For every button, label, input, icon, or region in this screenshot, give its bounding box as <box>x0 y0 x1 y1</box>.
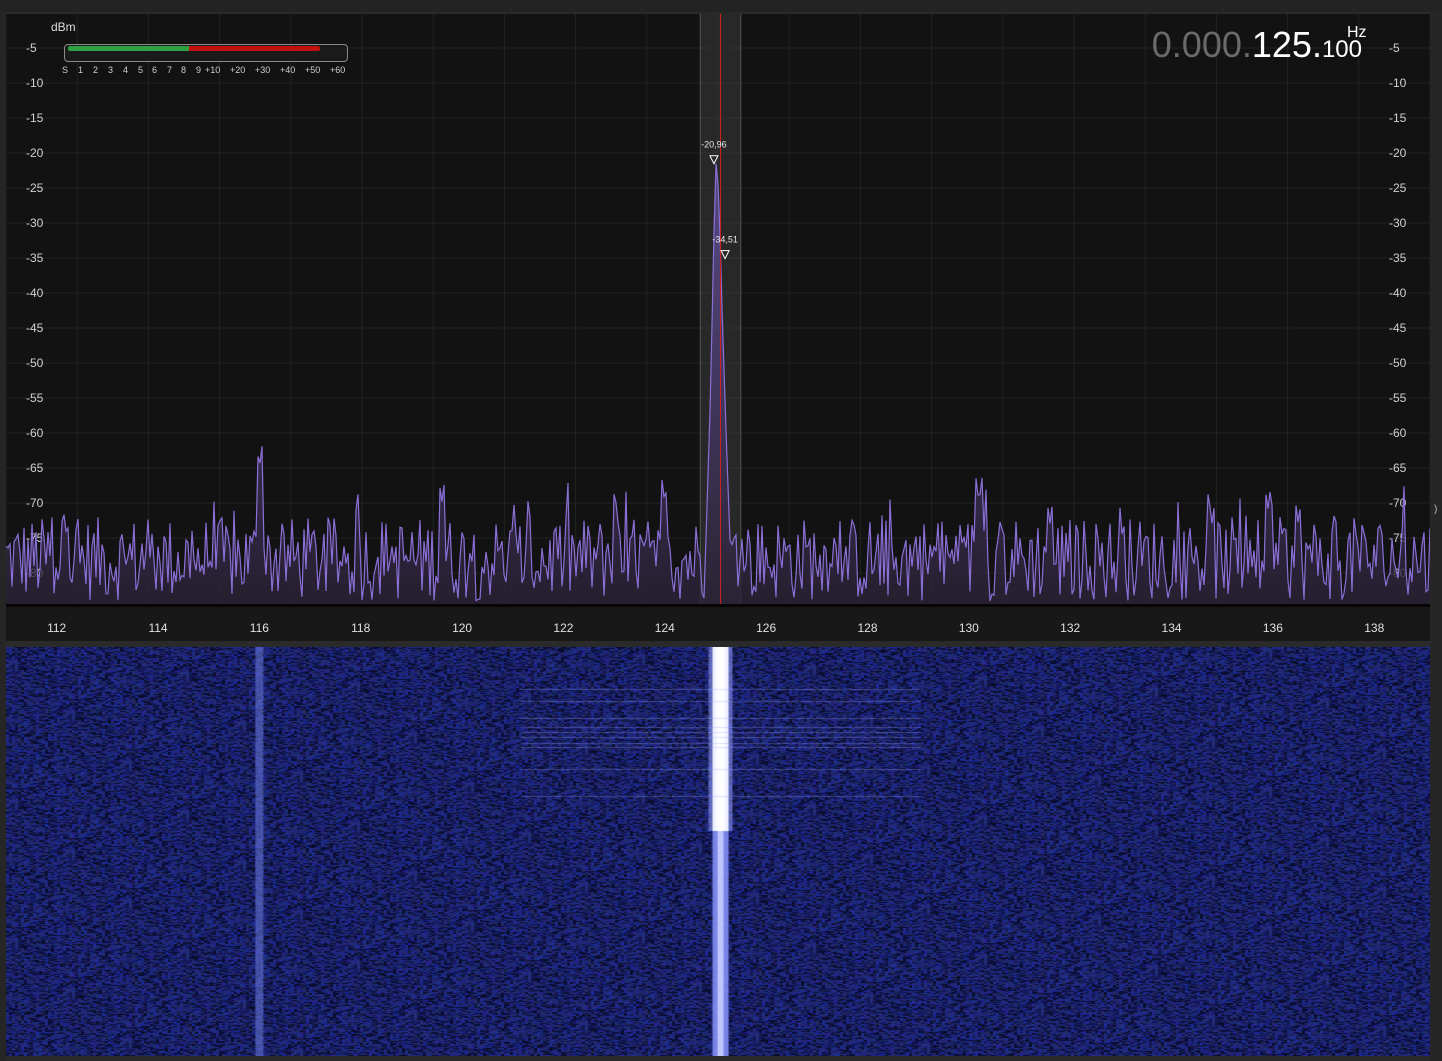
peak-marker-label: -34,51 <box>712 235 738 245</box>
s-meter-scale-label: 1 <box>78 65 84 75</box>
right-edge-glyph: ) <box>1434 504 1438 515</box>
y-tick-label-right: -10 <box>1389 76 1407 90</box>
s-meter-scale-label: 6 <box>152 65 158 75</box>
y-tick-label-right: -25 <box>1389 181 1407 195</box>
frequency-scale-label: 138 <box>1364 621 1385 635</box>
frequency-scale-label: 118 <box>351 621 371 635</box>
s-meter-scale-label: +30 <box>255 65 271 75</box>
s-meter-scale-label: +40 <box>280 65 296 75</box>
y-tick-label-right: -40 <box>1389 286 1407 300</box>
y-tick-label-right: -5 <box>1389 41 1400 55</box>
frequency-scale-label: 132 <box>1060 621 1081 635</box>
spectrum-panel[interactable]: -5 -5 -10 -10 -15 -15 -20 -20 -25 -25 -30 -30 -35 -35… <box>6 14 1430 604</box>
y-tick-label-right: -20 <box>1389 146 1407 160</box>
frequency-unit-label: Hz <box>1347 24 1367 41</box>
y-tick-label-right: -50 <box>1389 356 1407 370</box>
s-meter-scale-label: +10 <box>205 65 221 75</box>
frequency-scale-label: 126 <box>756 621 777 635</box>
y-tick-label-left: -45 <box>26 321 44 335</box>
y-tick-label-left: -65 <box>26 461 44 475</box>
y-tick-label-left: -60 <box>26 426 44 440</box>
y-tick-label-right: -65 <box>1389 461 1407 475</box>
frequency-scale-label: 122 <box>553 621 574 635</box>
s-meter-scale-label: 7 <box>167 65 173 75</box>
frequency-scale-label: 134 <box>1161 621 1182 635</box>
y-tick-label-right: -55 <box>1389 391 1407 405</box>
spectrum-plot[interactable]: -5 -5 -10 -10 -15 -15 -20 -20 -25 -25 -30 -30 -35 -35… <box>6 14 1430 604</box>
y-tick-label-left: -5 <box>26 41 37 55</box>
y-tick-label-left: -55 <box>26 391 44 405</box>
frequency-scale-label: 136 <box>1262 621 1283 635</box>
s-meter-scale-label: S <box>62 65 69 75</box>
frequency-leading-digits: 0.000. <box>1151 24 1252 65</box>
frequency-scale-label: 128 <box>857 621 878 635</box>
y-tick-label-left: -30 <box>26 216 44 230</box>
y-tick-label-left: -15 <box>26 111 44 125</box>
y-tick-label-left: -10 <box>26 76 44 90</box>
dbm-unit-label: dBm <box>51 20 76 34</box>
frequency-scale-label: 112 <box>47 621 67 635</box>
s-meter-scale-label: +60 <box>330 65 346 75</box>
peak-marker-label: -20,96 <box>701 140 727 150</box>
s-meter-scale-label: 2 <box>93 65 99 75</box>
frequency-scale-label: 114 <box>148 621 168 635</box>
frequency-scale-label: 130 <box>958 621 979 635</box>
y-tick-label-left: -20 <box>26 146 44 160</box>
s-meter-scale-label: 3 <box>108 65 114 75</box>
s-meter-scale-label: 5 <box>138 65 144 75</box>
y-tick-label-right: -45 <box>1389 321 1407 335</box>
frequency-scale-label: 116 <box>249 621 269 635</box>
y-tick-label-right: -15 <box>1389 111 1407 125</box>
frequency-scale[interactable]: 112 114 116 118 120 122 124 126 128 130 132 134 136 1… <box>6 604 1430 641</box>
y-tick-label-left: -25 <box>26 181 44 195</box>
waterfall-display[interactable] <box>6 647 1430 1056</box>
waterfall-canvas[interactable] <box>6 647 1430 1056</box>
s-meter-scale-label: 8 <box>181 65 187 75</box>
y-tick-label-left: -40 <box>26 286 44 300</box>
right-scroll-bar[interactable]: ) <box>1430 12 1442 1061</box>
y-tick-label-left: -50 <box>26 356 44 370</box>
frequency-main-digits: 125. <box>1251 24 1322 65</box>
y-tick-label-right: -30 <box>1389 216 1407 230</box>
s-meter-scale-label: +20 <box>230 65 246 75</box>
s-meter-scale: S 1 2 3 4 5 6 7 8 9 +10 +20 +30 +40 +50 +60 <box>62 65 362 77</box>
frequency-scale-label: 120 <box>452 621 473 635</box>
s-meter-level-bar <box>68 46 320 51</box>
y-tick-label-left: -35 <box>26 251 44 265</box>
frequency-scale-label: 124 <box>654 621 675 635</box>
s-meter-scale-label: 4 <box>123 65 129 75</box>
top-bar <box>0 0 1442 12</box>
y-tick-label-right: -60 <box>1389 426 1407 440</box>
frequency-readout[interactable]: 0.000.125.100 <box>1152 24 1362 66</box>
s-meter <box>64 44 348 62</box>
s-meter-scale-label: +50 <box>305 65 321 75</box>
s-meter-scale-label: 9 <box>196 65 202 75</box>
y-tick-label-right: -35 <box>1389 251 1407 265</box>
y-tick-label-left: -70 <box>26 496 44 510</box>
